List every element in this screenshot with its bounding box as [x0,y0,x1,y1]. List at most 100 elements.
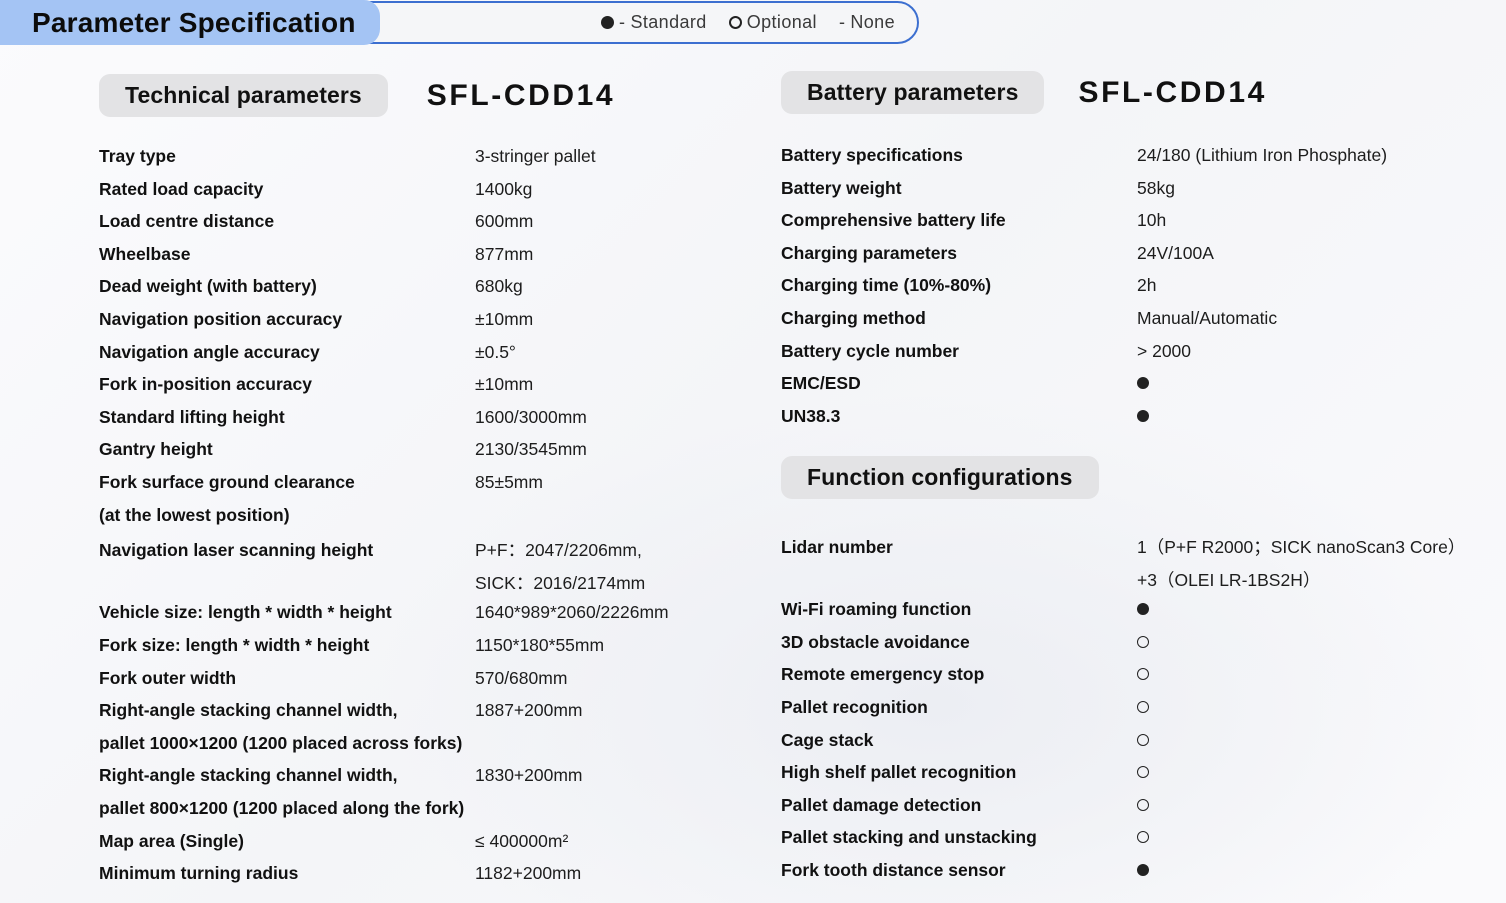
table-row: Pallet stacking and unstacking [781,827,1149,848]
legend-label-none: None [850,12,895,32]
row-label: Gantry height [99,439,213,460]
row-label: Battery specifications [781,145,963,165]
row-value [1137,373,1149,394]
row-label: Dead weight (with battery) [99,276,317,297]
table-row: Remote emergency stop [781,664,1149,685]
battery-model: SFL-CDD14 [1078,75,1267,109]
table-row: SICK：2016/2174mm [99,570,645,595]
row-value [1137,664,1149,685]
row-value: 2130/3545mm [475,439,587,460]
table-row: Pallet recognition [781,697,1149,718]
open-dot-icon [1137,701,1149,713]
row-value: 10h [1137,210,1167,231]
row-label: UN38.3 [781,405,841,426]
table-row: Gantry height 2130/3545mm [99,439,587,460]
row-label: Lidar number [781,537,893,557]
table-row: Vehicle size: length * width * height 164… [99,602,669,623]
row-value [1137,406,1149,427]
row-label: EMC/ESD [781,373,861,394]
row-label: Wheelbase [99,243,191,264]
row-value: 85±5mm [475,472,543,492]
page-title: Parameter Specification [32,6,356,38]
table-row: Charging parameters 24V/100A [781,243,1214,264]
battery-heading-pill: Battery parameters [781,71,1045,114]
open-dot-icon [1137,733,1149,746]
row-label: Tray type [99,146,176,166]
table-row: Map area (Single) ≤ 400000m² [99,831,568,852]
row-label: Navigation position accuracy [99,309,343,329]
row-label: Navigation angle accuracy [99,341,320,362]
open-dot-icon [1137,831,1149,844]
row-label: Load centre distance [99,211,275,232]
row-value: 1150*180*55mm [475,635,605,655]
row-label: Wi-Fi roaming function [781,599,972,620]
table-row: 3D obstacle avoidance [781,632,1149,653]
row-label: Pallet recognition [781,697,928,717]
row-label: Vehicle size: length * width * height [99,602,392,623]
legend-label-optional: Optional [746,12,817,32]
row-label: 3D obstacle avoidance [781,631,970,652]
filled-dot-icon [601,16,615,29]
technical-heading-pill: Technical parameters [99,74,388,117]
row-value: ≤ 400000m² [475,830,569,851]
table-row: Wheelbase 877mm [99,244,533,265]
row-value [1137,632,1149,653]
row-label: pallet 1000×1200 (1200 placed across for… [99,732,463,753]
table-row: Minimum turning radius 1182+200mm [99,863,581,884]
row-value: 24/180 (Lithium Iron Phosphate) [1137,145,1388,165]
row-value: 680kg [475,276,523,297]
table-row: pallet 800×1200 (1200 placed along the f… [99,798,475,819]
table-row: Battery specifications 24/180 (Lithium Ir… [781,145,1387,166]
row-label: Standard lifting height [99,406,285,427]
row-label: Charging parameters [781,242,958,263]
row-value: Manual/Automatic [1137,308,1278,328]
table-row: Rated load capacity 1400kg [99,179,532,200]
open-dot-icon [1137,635,1149,648]
legend-dash-none: - [838,12,846,32]
functions-heading: Function configurations [807,464,1073,490]
row-value: 600mm [475,211,534,232]
table-row: Fork surface ground clearance 85±5mm [99,472,543,493]
row-label: Comprehensive battery life [781,210,1006,231]
row-label: Rated load capacity [99,178,264,199]
table-row: Battery weight 58kg [781,178,1175,199]
table-row: Lidar number 1（P+F R2000；SICK nanoScan3 C… [781,534,1465,559]
table-row: Pallet damage detection [781,795,1149,816]
filled-dot-icon [1137,603,1149,616]
row-label: Fork outer width [99,667,237,688]
row-label: Fork tooth distance sensor [781,860,1006,880]
table-row: Load centre distance 600mm [99,211,533,232]
row-value: 1887+200mm [475,700,583,721]
table-row: Tray type 3-stringer pallet [99,146,596,167]
row-value: 3-stringer pallet [475,146,596,166]
row-label: Minimum turning radius [99,863,299,884]
table-row: High shelf pallet recognition [781,762,1149,783]
row-value: 570/680mm [475,667,568,688]
table-row: Navigation angle accuracy ±0.5° [99,342,516,363]
row-label: Pallet stacking and unstacking [781,827,1037,848]
filled-dot-icon [1137,864,1149,876]
row-value: 1640*989*2060/2226mm [475,602,669,623]
table-row: Right-angle stacking channel width, 1887+… [99,700,583,721]
row-value: ±10mm [475,374,534,395]
table-row: Battery cycle number > 2000 [781,341,1191,362]
table-row: Fork outer width 570/680mm [99,668,567,689]
technical-heading: Technical parameters [125,82,362,108]
row-value: P+F：2047/2206mm, [475,540,642,561]
row-value: 1182+200mm [475,863,582,884]
legend-item-standard: - Standard [601,12,707,33]
open-dot-icon [1137,798,1149,811]
legend-item-none: - None [839,12,895,33]
open-dot-icon [1137,766,1149,779]
row-value [1137,860,1149,881]
row-value [1137,762,1149,783]
functions-section-header: Function configurations [781,456,1099,499]
table-row: Right-angle stacking channel width, 1830+… [99,765,583,786]
legend-box: - Standard Optional - None [337,1,919,44]
filled-dot-icon [1137,409,1149,422]
row-value: 1600/3000mm [475,406,587,427]
technical-section-header: Technical parameters SFL-CDD14 [99,74,615,117]
row-value [1137,795,1149,816]
row-label: Fork in-position accuracy [99,374,312,395]
row-label: Battery weight [781,177,902,198]
